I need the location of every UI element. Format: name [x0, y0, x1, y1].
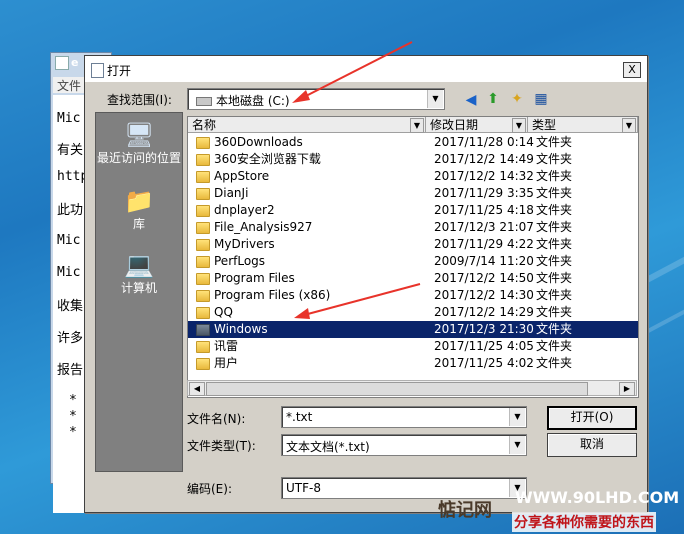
watermark-logo: 惦记网: [438, 500, 492, 521]
annotation-arrows: [292, 41, 421, 319]
annotation-arrow-drive: [292, 41, 413, 103]
annotation-arrow-windows: [294, 283, 421, 319]
watermark-url: WWW.90LHD.COM: [515, 488, 680, 507]
watermark-slogan: 分享各种你需要的东西: [512, 512, 656, 532]
